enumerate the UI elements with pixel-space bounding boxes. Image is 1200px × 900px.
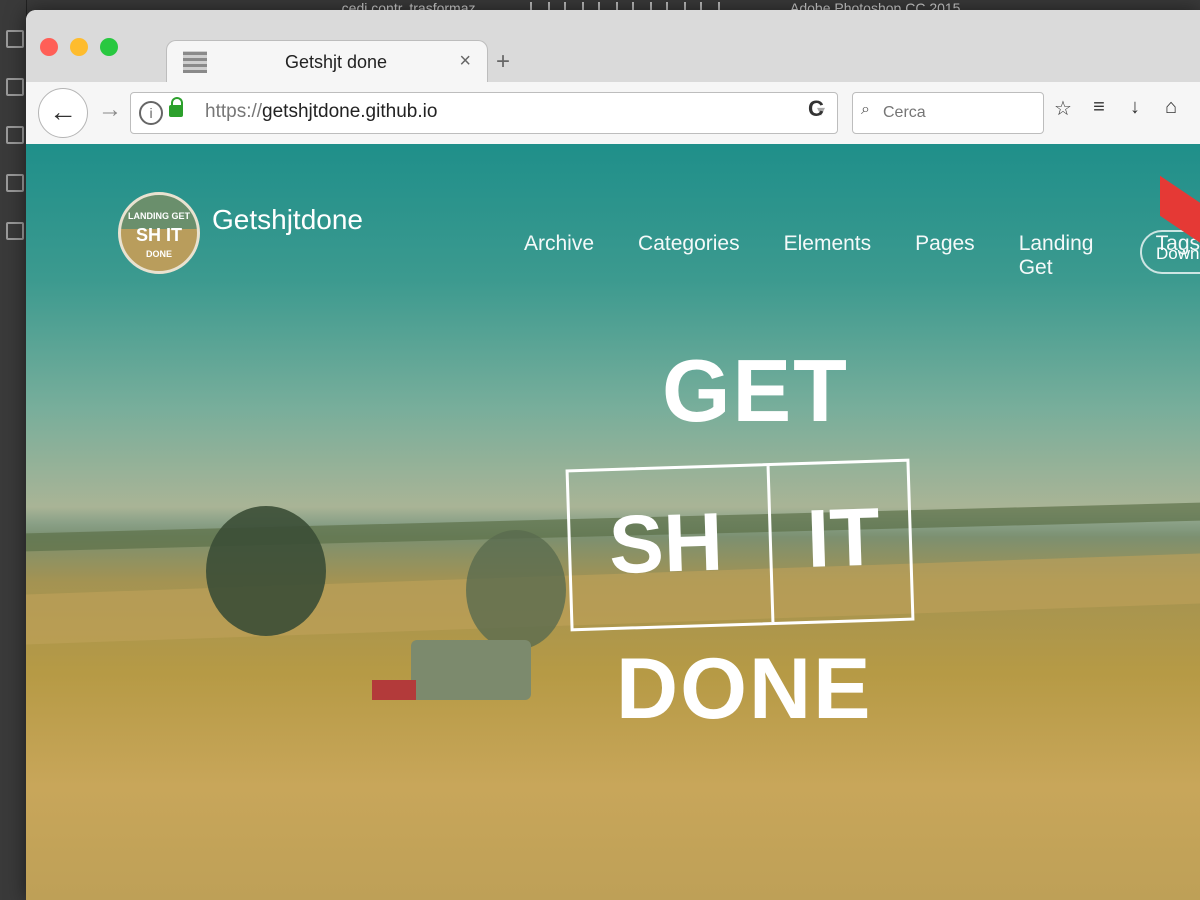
site-navigation: Archive Categories Elements Pages Landin… [524,232,1200,280]
reading-list-icon[interactable]: ≡ [1088,96,1110,121]
maximize-window-button[interactable] [100,38,118,56]
tool-icon[interactable] [6,126,24,144]
download-icon[interactable]: ↓ [1124,96,1146,121]
logo-mid-text: SH IT [135,225,182,245]
harvester-header-image [372,680,416,700]
hero-box: SH IT [565,458,915,632]
address-bar[interactable]: i https://getshjtdone.github.io ▾ [130,92,838,134]
tab-title: Getshjt done [285,52,388,72]
forward-button[interactable]: → [98,96,122,124]
nav-link-elements[interactable]: Elements [784,232,872,280]
nav-link-landing-get[interactable]: Landing Get [1019,232,1112,280]
hero-box-divider [766,466,775,623]
tab-favicon-icon [183,51,207,73]
info-icon[interactable]: i [139,101,163,125]
browser-titlebar: Getshjt done × + [26,10,1200,85]
tree-image [206,506,326,636]
back-button[interactable]: ← [38,88,88,138]
minimize-window-button[interactable] [70,38,88,56]
new-tab-button[interactable]: + [496,48,510,76]
tool-icon[interactable] [6,222,24,240]
tool-icon[interactable] [6,174,24,192]
hero-line-done: DONE [616,641,873,737]
pocket-icon[interactable]: ✓ [1196,96,1200,121]
url-host: getshjtdone.github.io [262,101,438,122]
search-icon: ⌕ [861,101,870,118]
home-icon[interactable]: ⌂ [1160,96,1182,121]
nav-link-pages[interactable]: Pages [915,232,975,280]
nav-link-categories[interactable]: Categories [638,232,740,280]
logo-bottom-text: DONE [145,249,172,259]
tool-icon[interactable] [6,78,24,96]
reload-button[interactable]: C [808,96,824,122]
site-logo[interactable]: LANDING GET SH IT DONE [118,192,200,274]
close-window-button[interactable] [40,38,58,56]
window-controls [40,38,118,56]
site-title[interactable]: Getshjtdone [212,204,363,236]
photoshop-tools-panel [0,0,27,900]
tool-icon[interactable] [6,30,24,48]
nav-link-archive[interactable]: Archive [524,232,594,280]
harvester-image [411,640,531,700]
tree-image [466,530,566,650]
search-input[interactable] [881,99,1035,127]
lock-icon [169,97,183,117]
browser-window: Getshjt done × + ← → i https://getshjtdo… [26,10,1200,900]
hero-line-get: GET [662,341,849,440]
url-text[interactable]: https://getshjtdone.github.io [205,101,437,123]
tab-close-icon[interactable]: × [459,50,471,73]
logo-top-text: LANDING GET [128,211,190,221]
url-scheme: https:// [205,101,263,122]
search-box[interactable]: ⌕ [852,92,1044,134]
browser-tab[interactable]: Getshjt done × [166,40,488,85]
browser-toolbar-icons: ☆ ≡ ↓ ⌂ ✓ [1052,96,1200,121]
hero-box-left-text: SH [607,496,725,592]
hero-box-right-text: IT [805,491,882,585]
browser-navbar: ← → i https://getshjtdone.github.io ▾ C … [26,82,1200,145]
page-content: LANDING GET SH IT DONE Getshjtdone Archi… [26,144,1200,900]
bookmark-star-icon[interactable]: ☆ [1052,96,1074,121]
